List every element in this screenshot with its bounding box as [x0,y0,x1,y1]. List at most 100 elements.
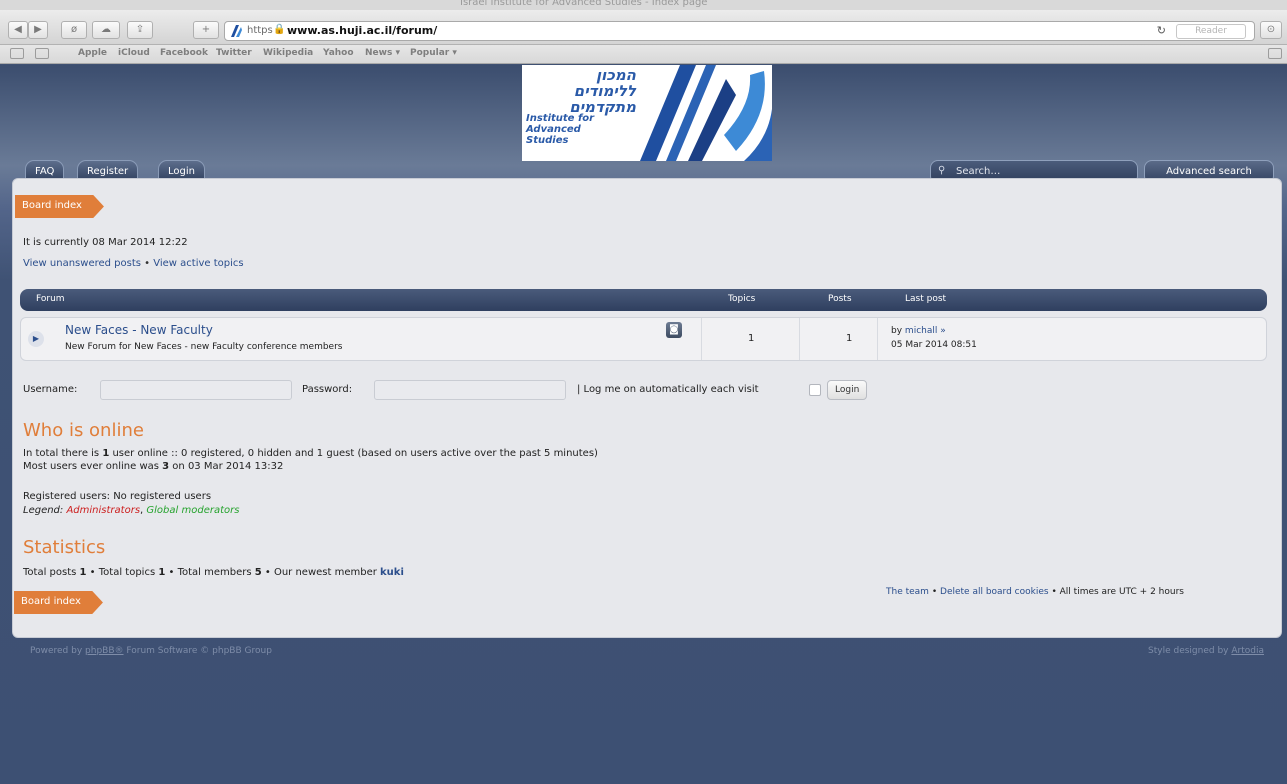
bullet: • [1051,587,1057,597]
header-forum: Forum [36,294,65,304]
share-button[interactable]: ⇪ [127,21,153,39]
powered-by: Powered by phpBB® Forum Software © phpBB… [30,646,272,656]
forward-arrow-icon: ▶ [34,24,42,35]
online-record: Most users ever online was 3 on 03 Mar 2… [23,461,283,472]
statistics-line: Total posts 1 • Total topics 1 • Total m… [23,567,404,578]
view-latest-post-icon[interactable]: » [940,326,946,336]
forum-posts-count: 1 [846,333,853,344]
newest-member-link[interactable]: kuki [380,567,404,578]
search-placeholder: Search… [956,166,1001,177]
forum-page: המכון ללימודים מתקדמים Institute for Adv… [0,65,1287,784]
add-tab-icon: + [201,24,211,35]
rss-feed-icon[interactable]: ◙ [666,322,682,338]
site-logo[interactable]: המכון ללימודים מתקדמים Institute for Adv… [522,65,772,161]
last-post-user-link[interactable]: michall [905,326,937,336]
downloads-button[interactable]: ⊙ [1260,21,1282,39]
statistics-heading: Statistics [23,537,106,558]
icloud-tabs-button[interactable]: ☁ [92,21,120,39]
bookmark-popular[interactable]: Popular ▾ [410,48,457,58]
legend-label: Legend: [23,505,64,516]
url-protocol: https [247,25,273,36]
column-divider [877,318,878,360]
logo-hebrew: המכון ללימודים מתקדמים [526,67,636,115]
share-icon: ⇪ [135,24,145,35]
cloud-icon: ☁ [101,24,111,35]
who-is-online-heading: Who is online [23,420,144,441]
legend-administrators-link[interactable]: Administrators [66,505,140,516]
forward-button[interactable]: ▶ [28,21,48,39]
header-topics: Topics [728,294,756,304]
artodia-link[interactable]: Artodia [1231,646,1264,656]
logo-hebrew-line: המכון [596,66,636,84]
legend-comma: , [140,505,144,516]
breadcrumb-board-index[interactable]: Board index [15,195,104,218]
show-all-bookmarks-icon[interactable] [10,48,24,59]
url-host: www.as.huji.ac.il/forum/ [287,24,438,37]
search-icon: ⚲ [938,165,946,176]
bookmark-yahoo[interactable]: Yahoo [323,48,354,58]
lock-icon: 🔒 [273,24,286,35]
forum-description: New Forum for New Faces - new Faculty co… [65,342,343,352]
add-bookmark-icon[interactable] [1268,48,1282,59]
footer-links: The team • Delete all board cookies • Al… [886,587,1184,597]
bookmark-facebook[interactable]: Facebook [160,48,208,58]
site-favicon [229,24,243,38]
legend-global-moderators-link[interactable]: Global moderators [146,505,239,516]
login-submit-button[interactable]: Login [827,380,868,400]
bookmark-news[interactable]: News ▾ [365,48,400,58]
total-posts-value: 1 [79,567,87,578]
window-titlebar: Israel Institute for Advanced Studies - … [0,0,1287,10]
current-time: It is currently 08 Mar 2014 12:22 [23,237,188,248]
gear-icon: ⊙ [1266,24,1276,35]
style-credit-prefix: Style designed by [1148,646,1232,656]
online-record-prefix: Most users ever online was [23,461,163,472]
password-label: Password: [302,384,353,395]
reading-list-icon[interactable] [35,48,49,59]
bookmark-wikipedia[interactable]: Wikipedia [263,48,313,58]
column-divider [799,318,800,360]
online-total: In total there is 1 user online :: 0 reg… [23,448,598,459]
autologin-checkbox[interactable] [809,384,821,396]
reader-button[interactable]: Reader [1176,24,1246,39]
last-post-by: by [891,326,903,336]
back-button[interactable]: ◀ [8,21,28,39]
forum-table: Forum Topics Posts Last post ▶ New Faces… [20,289,1267,361]
online-total-suffix: user online :: 0 registered, 0 hidden an… [109,448,598,459]
bookmark-icloud[interactable]: iCloud [118,48,150,58]
bookmark-twitter[interactable]: Twitter [216,48,252,58]
phpbb-link[interactable]: phpBB® [85,646,123,656]
total-topics-label: • Total topics [86,567,159,578]
last-post-author: by michall » [891,326,946,336]
reading-list-button[interactable]: ø [61,21,87,39]
forum-table-header: Forum Topics Posts Last post [20,289,1267,311]
password-field[interactable] [374,380,566,400]
address-bar[interactable]: https 🔒 www.as.huji.ac.il/forum/ ↻ Reade… [224,21,1255,41]
last-post-date: 05 Mar 2014 08:51 [891,340,977,350]
window-title: Israel Institute for Advanced Studies - … [460,0,708,8]
bookmark-apple[interactable]: Apple [78,48,107,58]
team-link[interactable]: The team [886,587,929,597]
logo-english: Institute for Advanced Studies [526,113,594,146]
timezone-note: All times are UTC + 2 hours [1059,587,1184,597]
newest-member-label: • Our newest member [261,567,381,578]
forum-topics-count: 1 [748,333,755,344]
new-tab-button[interactable]: + [193,21,219,39]
reload-icon[interactable]: ↻ [1157,24,1166,37]
logo-english-line: Advanced [526,124,581,135]
forum-title-link[interactable]: New Faces - New Faculty [65,323,213,337]
bookmarks-bar: Apple iCloud Facebook Twitter Wikipedia … [0,45,1287,64]
delete-cookies-link[interactable]: Delete all board cookies [940,587,1049,597]
username-field[interactable] [100,380,292,400]
total-members-label: • Total members [165,567,255,578]
legend: Legend: Administrators, Global moderator… [23,505,239,516]
view-active-link[interactable]: View active topics [153,258,243,269]
reader-icon: ø [70,24,78,35]
style-credit: Style designed by Artodia [1148,646,1264,656]
view-unanswered-link[interactable]: View unanswered posts [23,258,141,269]
online-total-prefix: In total there is [23,448,103,459]
logo-graphic [640,65,772,161]
logo-english-line: Institute for [526,113,595,124]
total-posts-label: Total posts [23,567,80,578]
breadcrumb-board-index-bottom[interactable]: Board index [14,591,103,614]
logo-hebrew-line: ללימודים [573,82,636,100]
